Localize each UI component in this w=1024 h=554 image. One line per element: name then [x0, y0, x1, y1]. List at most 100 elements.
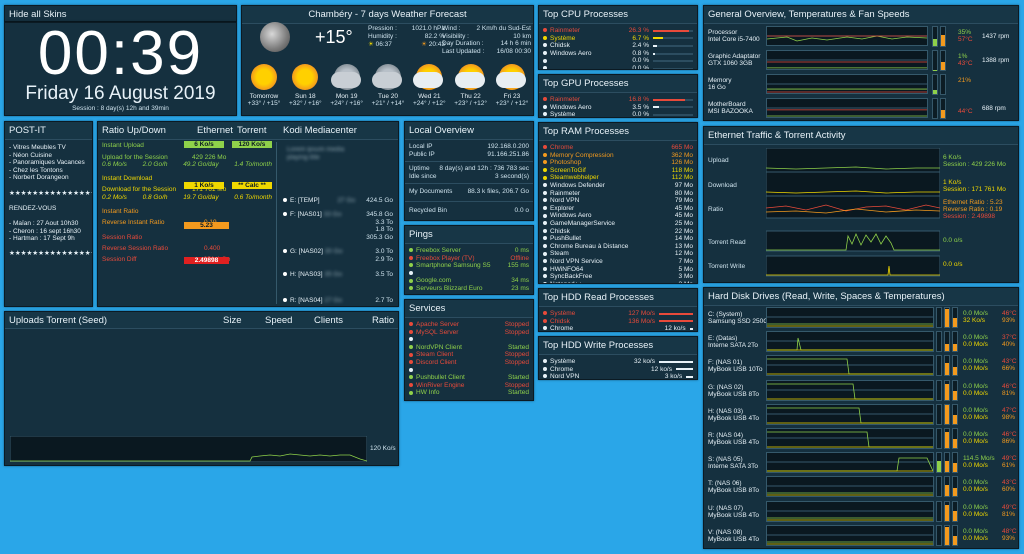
uploads-col-speed: Speed: [265, 315, 293, 326]
temperature-gauge: [940, 50, 946, 71]
hdd-space: 98%: [1002, 413, 1016, 421]
status-dot-icon: [543, 259, 547, 264]
wind-label: Wind :: [442, 25, 461, 32]
uploads-col-clients: Clients: [314, 315, 344, 326]
status-dot-icon: [543, 311, 547, 316]
idle-label: Idle since: [409, 172, 437, 180]
public-ip-value: 91.166.251.86: [487, 150, 529, 158]
process-bar-fill: [653, 44, 657, 47]
process-name: Windows Defender: [550, 181, 605, 189]
hdd-write-rate: 32 Ko/s: [963, 317, 986, 324]
process-row: WinRiver Engine Stopped: [405, 382, 533, 390]
process-value: 5 Mo: [678, 265, 693, 273]
process-value: Stopped: [504, 351, 529, 359]
overview-row: Memory 16 Go 21%: [704, 73, 1018, 96]
overview-row: Graphic Adaptator GTX 1060 3GB 1% 43°C 1388 …: [704, 49, 1018, 72]
process-name-wrap: [409, 270, 416, 278]
status-dot-icon: [543, 175, 547, 180]
pressure-label: Pression :: [368, 25, 397, 32]
process-value: Stopped: [504, 381, 529, 389]
sunrise-time: 06:37: [375, 41, 392, 49]
process-row: Discord Client Stopped: [405, 359, 533, 367]
process-value: 7 Mo: [678, 257, 693, 265]
gauge-fill: [945, 527, 949, 545]
process-row: Chidsk 22 Mo: [539, 228, 697, 236]
drive-e-size: 424.5 Go: [366, 197, 393, 204]
process-row: Steamwebhelper 112 Mo: [539, 174, 697, 182]
forecast-day-temps: +23° / +12°: [454, 100, 487, 107]
gauge-fill: [933, 90, 937, 94]
read-gauge: [936, 428, 942, 449]
forecast-day-name: Sun 18: [295, 93, 316, 100]
process-bar: [659, 312, 693, 315]
hdd-graph: [766, 452, 935, 474]
overview-load: 21%: [958, 77, 972, 84]
status-dot-icon: [543, 206, 547, 211]
upload-session-rate-h: 2.0 Go/h: [142, 161, 168, 169]
status-dot-icon: [543, 168, 547, 173]
space-gauge: [944, 452, 950, 474]
uploads-col-size: Size: [223, 315, 242, 326]
drive-f-label: F: [NAS01]: [290, 211, 322, 218]
forecast-day-name: Mon 19: [335, 93, 358, 100]
process-value-wrap: 13 Mo: [675, 243, 693, 251]
process-value-wrap: Started: [508, 374, 529, 382]
process-name: GameManagerService: [550, 219, 616, 227]
hdd-drive-model: MyBook USB 4To: [708, 511, 759, 519]
process-name: Chidsk: [550, 227, 570, 235]
process-name-wrap: Chidsk: [543, 228, 570, 236]
temperature-gauge: [940, 74, 946, 95]
process-name-wrap: Système: [543, 111, 575, 117]
session-ratio-label: Session Ratio: [102, 233, 143, 241]
process-value-wrap: 0.0 %: [632, 57, 693, 65]
hide-skins-panel[interactable]: Hide all Skins: [4, 5, 237, 22]
ratio-col-ethernet: Ethernet: [197, 125, 233, 136]
hdd-space: 86%: [1002, 438, 1016, 445]
process-name: Apache Server: [416, 321, 459, 328]
process-value: 2.4 %: [632, 42, 649, 50]
process-name-wrap: Photoshop: [543, 159, 581, 167]
read-gauge: [936, 307, 942, 328]
hdd-row: E: (Datas) Interne SATA 2To 0.0 Mo/s 0.0 Mo…: [704, 330, 1018, 353]
process-bar-fill: [653, 37, 663, 40]
process-name: Smartphone Samsung S5: [416, 262, 491, 270]
process-name: Serveurs Blizzard Euro: [416, 284, 483, 292]
space-gauge: [944, 379, 950, 401]
process-value-wrap: 12 ko/s: [651, 366, 693, 374]
status-dot-icon: [543, 43, 547, 48]
process-name: Système: [550, 310, 576, 317]
kodi-drive-g: G: [NAS02] 30 Go 3.0 To 2.9 To: [279, 248, 397, 263]
ratio-header: Ratio Up/Down Ethernet Torrent Kodi Medі…: [98, 122, 398, 140]
hdd-drive-model: MyBook USB 10To: [708, 366, 763, 374]
cpu-panel: Top CPU Processes Rainmeter 26.3 % Système…: [538, 5, 698, 70]
status-dot-icon: [409, 286, 413, 291]
process-row: Nord VPN 3 ko/s: [539, 373, 697, 379]
process-value-wrap: 0.0 %: [632, 65, 693, 69]
hdd-space: 81%: [1002, 389, 1016, 397]
process-name-wrap: Freebox Player (TV): [409, 255, 475, 263]
hdd-drive-model: MyBook USB 8To: [708, 487, 759, 495]
process-bar: [653, 67, 693, 69]
process-value-wrap: 80 Mo: [675, 190, 693, 198]
drive-f-size-c: 1.8 To: [375, 226, 393, 234]
session-ratio-badge: 2.49898: [184, 257, 229, 264]
sunrise: ☀ 06:37: [368, 41, 392, 49]
process-row: [405, 336, 533, 344]
process-bar: [653, 106, 693, 109]
postit-line: - Panoramiques Vacances: [9, 159, 85, 167]
rain-icon: [371, 64, 402, 90]
upload-session-rate: 0.6 Mo/s: [102, 161, 127, 169]
ratio-col-torrent: Torrent: [237, 125, 267, 136]
hide-skins-label[interactable]: Hide all Skins: [5, 6, 236, 21]
status-dot-icon: [543, 326, 547, 331]
ram-panel: Top RAM Processes Chrome 665 Mo Memory Com…: [538, 122, 698, 284]
hdd-graph: [766, 331, 935, 353]
gauge-fill: [933, 39, 937, 46]
status-dot-icon: [409, 329, 413, 334]
process-value-wrap: 136 Mo/s: [628, 318, 693, 326]
process-value-wrap: 3.5 %: [632, 104, 693, 112]
process-value-wrap: 12 ko/s: [665, 325, 693, 331]
process-name-wrap: Système: [543, 35, 575, 43]
process-name: Google.com: [416, 277, 452, 285]
process-name-wrap: Windows Aero: [543, 50, 592, 58]
